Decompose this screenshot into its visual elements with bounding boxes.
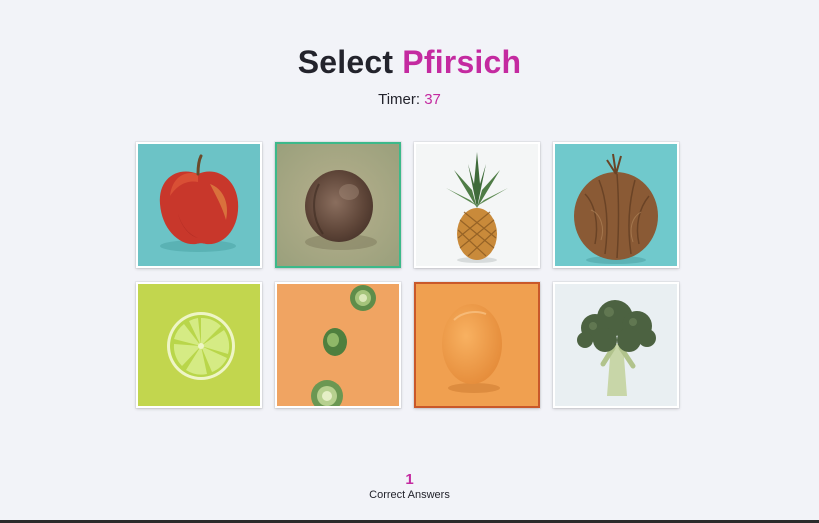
lime-image bbox=[138, 284, 260, 406]
tile-brussels-sprouts[interactable] bbox=[275, 282, 401, 408]
tile-peach[interactable] bbox=[275, 142, 401, 268]
score-panel: 1 Correct Answers bbox=[0, 472, 819, 502]
title-prefix: Select bbox=[297, 44, 394, 80]
tile-pineapple[interactable] bbox=[414, 142, 540, 268]
brussels-sprouts-image bbox=[277, 284, 399, 406]
peach-image bbox=[277, 144, 399, 266]
orange-image bbox=[416, 284, 538, 406]
tile-coconut[interactable] bbox=[553, 142, 679, 268]
correct-answers-count: 1 bbox=[405, 471, 414, 488]
tile-apple[interactable] bbox=[136, 142, 262, 268]
target-word: Pfirsich bbox=[402, 44, 522, 80]
tile-lime[interactable] bbox=[136, 282, 262, 408]
correct-answers-label: Correct Answers bbox=[369, 489, 450, 501]
broccoli-image bbox=[555, 284, 677, 406]
tile-orange[interactable] bbox=[414, 282, 540, 408]
timer-value: 37 bbox=[424, 91, 441, 108]
page-title: Select Pfirsich bbox=[0, 42, 819, 82]
image-grid bbox=[136, 142, 684, 412]
apple-image bbox=[138, 144, 260, 266]
timer: Timer: 37 bbox=[0, 90, 819, 110]
timer-label: Timer: bbox=[378, 91, 421, 108]
pineapple-image bbox=[416, 144, 538, 266]
tile-broccoli[interactable] bbox=[553, 282, 679, 408]
coconut-image bbox=[555, 144, 677, 266]
